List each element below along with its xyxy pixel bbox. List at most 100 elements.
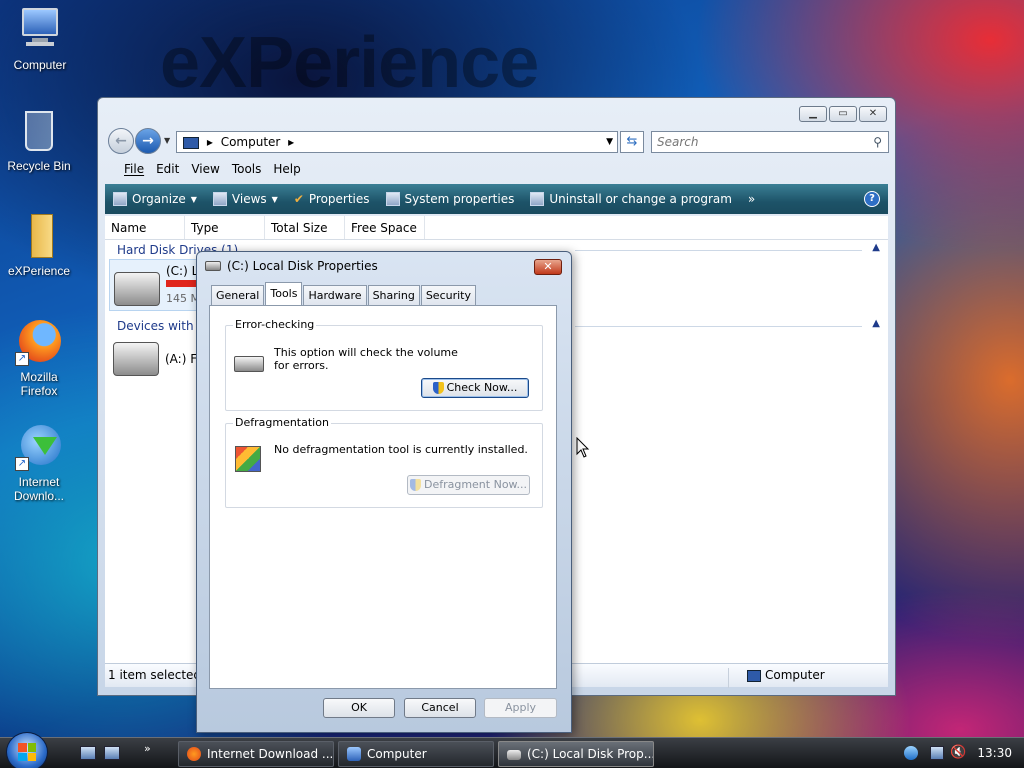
task-internet-download[interactable]: Internet Download ... [178,741,334,767]
menu-file[interactable]: File [108,160,150,178]
organize-button[interactable]: Organize ▼ [105,192,205,206]
taskbar: » Internet Download ... Computer (C:) Lo… [0,732,1024,768]
uac-shield-icon [432,382,444,394]
address-separator: ▸ [288,135,295,149]
search-input[interactable]: Search ⚲ [651,131,889,153]
dialog-title-bar: (C:) Local Disk Properties [205,259,378,273]
menu-tools[interactable]: Tools [226,160,268,178]
defragmentation-label: Defragmentation [233,416,331,429]
shortcut-arrow-icon: ↗ [15,352,29,366]
drive-name: (C:) L [166,264,199,278]
column-headers: Name Type Total Size Free Space [105,216,888,240]
tab-tools[interactable]: Tools [265,282,303,306]
minimize-button[interactable]: ▁ [799,106,827,122]
tab-sharing[interactable]: Sharing [367,285,420,305]
checkmark-icon: ✔ [293,192,304,206]
collapse-group-icon[interactable]: ▲ [872,242,880,253]
organize-label: Organize [132,192,186,206]
menu-help[interactable]: Help [267,160,306,178]
windows-logo-icon [18,743,36,761]
menu-edit[interactable]: Edit [150,160,185,178]
status-location: Computer [728,668,825,688]
collapse-group-icon[interactable]: ▲ [872,318,880,329]
defragment-now-button[interactable]: Defragment Now... [407,475,530,495]
address-bar[interactable]: ▸ Computer ▸ ▼ [176,131,618,153]
tab-general[interactable]: General [211,285,265,305]
address-dropdown-icon[interactable]: ▼ [606,132,613,152]
clock[interactable]: 13:30 [977,746,1012,760]
desktop-icon-idm[interactable]: ↗ Internet Downlo... [1,423,77,503]
wallpaper-watermark: eXPerience [160,23,539,103]
floppy-drive-icon [113,342,159,376]
properties-button[interactable]: ✔ Properties [286,192,378,206]
drive-icon [507,750,521,760]
search-placeholder: Search [657,135,699,149]
volume-muted-icon[interactable]: 🔇 [950,746,966,760]
refresh-button[interactable]: ⇆ [620,131,644,153]
firefox-icon [187,747,201,761]
drive-name: (A:) F [165,352,198,366]
search-icon[interactable]: ⚲ [873,132,882,152]
toolbar-overflow-button[interactable]: » [740,192,763,206]
system-properties-icon [385,192,400,206]
column-total-size[interactable]: Total Size [265,216,345,239]
network-icon[interactable] [930,746,944,760]
task-local-disk-properties[interactable]: (C:) Local Disk Prop... [498,741,654,767]
desktop-icon-experience[interactable]: eXPerience [1,212,77,278]
breadcrumb-computer[interactable]: Computer [221,135,281,149]
desktop-icon-recycle-bin[interactable]: Recycle Bin [1,107,77,173]
folder-icon [15,212,63,260]
menu-bar: File Edit View Tools Help [108,160,307,178]
back-button[interactable]: ← [108,128,134,154]
cancel-button[interactable]: Cancel [404,698,476,718]
organize-icon [113,192,127,206]
quick-launch-overflow[interactable]: » [144,742,151,755]
chevron-down-icon: ▼ [271,194,278,204]
desktop-icon-computer[interactable]: Computer [2,6,78,72]
window-controls: ▁ ▭ ✕ [799,106,887,122]
column-name[interactable]: Name [105,216,185,239]
system-properties-label: System properties [404,192,515,206]
command-bar: Organize ▼ Views ▼ ✔ Properties System p… [105,184,888,214]
ok-button[interactable]: OK [323,698,395,718]
uninstall-program-button[interactable]: Uninstall or change a program [522,192,740,206]
properties-dialog: (C:) Local Disk Properties ✕ General Too… [196,251,572,733]
mouse-cursor-icon [576,437,590,458]
chevron-down-icon: ▼ [190,194,197,204]
tab-security[interactable]: Security [420,285,476,305]
start-button[interactable] [6,732,48,768]
hard-drive-icon [114,272,160,306]
recycle-bin-icon [15,107,63,155]
maximize-button[interactable]: ▭ [829,106,857,122]
computer-icon [347,747,361,761]
column-type[interactable]: Type [185,216,265,239]
system-tray: 🔇 13:30 [904,738,1024,768]
system-properties-button[interactable]: System properties [378,192,523,206]
list-item[interactable]: (A:) F [109,336,204,382]
idm-tray-icon[interactable] [904,746,918,760]
status-selection: 1 item selected [108,668,202,682]
column-free-space[interactable]: Free Space [345,216,425,239]
desktop-icon-firefox[interactable]: ↗ Mozilla Firefox [1,318,77,398]
computer-icon [16,6,64,54]
task-computer[interactable]: Computer [338,741,494,767]
apply-button[interactable]: Apply [484,698,557,718]
dialog-close-button[interactable]: ✕ [534,259,562,275]
firefox-icon: ↗ [15,318,63,366]
error-checking-text: This option will check the volume for er… [274,346,458,372]
check-now-button[interactable]: Check Now... [421,378,529,398]
help-icon[interactable]: ? [864,191,880,207]
list-item[interactable]: (C:) L 145 M [109,259,206,311]
close-button[interactable]: ✕ [859,106,887,122]
views-button[interactable]: Views ▼ [205,192,286,206]
menu-view[interactable]: View [185,160,225,178]
forward-button[interactable]: → [135,128,161,154]
hard-drive-icon [234,356,264,372]
programs-icon [530,192,545,206]
desktop-icon-label: Computer [13,58,67,72]
switch-windows-icon[interactable] [104,746,120,760]
show-desktop-icon[interactable] [80,746,96,760]
defragmentation-group: Defragmentation No defragmentation tool … [225,416,543,508]
recent-pages-dropdown[interactable]: ▼ [164,136,170,145]
tab-hardware[interactable]: Hardware [303,285,367,305]
